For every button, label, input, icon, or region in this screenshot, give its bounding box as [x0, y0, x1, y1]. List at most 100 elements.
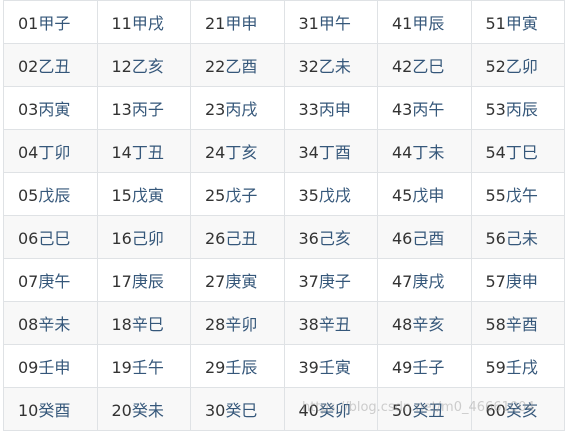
cycle-number: 10 [18, 401, 39, 420]
table-cell: 58辛酉 [470, 301, 565, 345]
ganzhi-name: 己巳 [38, 229, 71, 248]
cycle-number: 37 [298, 272, 319, 291]
ganzhi-name: 辛亥 [412, 315, 445, 334]
ganzhi-name: 乙酉 [225, 57, 258, 76]
ganzhi-name: 壬午 [131, 358, 164, 377]
table-cell: 23丙戌 [190, 86, 285, 130]
table-cell: 21甲申 [190, 0, 285, 44]
cycle-number: 16 [111, 229, 132, 248]
ganzhi-name: 己亥 [318, 229, 351, 248]
cycle-number: 24 [205, 143, 226, 162]
ganzhi-name: 辛酉 [505, 315, 538, 334]
table-row: 02乙丑 12乙亥 22乙酉 32乙未 42乙巳 52乙卯 [3, 43, 565, 87]
ganzhi-name: 壬辰 [225, 358, 258, 377]
ganzhi-name: 癸酉 [38, 401, 71, 420]
ganzhi-name: 乙未 [318, 57, 351, 76]
cycle-number: 56 [485, 229, 506, 248]
table-row: 08辛未 18辛巳 28辛卯 38辛丑 48辛亥 58辛酉 [3, 301, 565, 345]
cycle-number: 43 [392, 100, 413, 119]
table-cell: 13丙子 [96, 86, 191, 130]
table-cell: 56己未 [470, 215, 565, 259]
ganzhi-name: 丙寅 [38, 100, 71, 119]
ganzhi-name: 丁未 [412, 143, 445, 162]
cycle-number: 28 [205, 315, 226, 334]
table-cell: 28辛卯 [190, 301, 285, 345]
table-cell: 47庚戌 [377, 258, 472, 302]
ganzhi-name: 壬申 [38, 358, 71, 377]
ganzhi-name: 丙子 [131, 100, 164, 119]
table-cell: 51甲寅 [470, 0, 565, 44]
table-cell: 12乙亥 [96, 43, 191, 87]
table-cell: 38辛丑 [283, 301, 378, 345]
cycle-number: 48 [392, 315, 413, 334]
table-cell: 57庚申 [470, 258, 565, 302]
ganzhi-name: 丁卯 [38, 143, 71, 162]
ganzhi-name: 丙辰 [505, 100, 538, 119]
cycle-number: 14 [111, 143, 132, 162]
table-cell: 50癸丑 [377, 387, 472, 431]
ganzhi-name: 甲寅 [505, 14, 538, 33]
cycle-number: 55 [485, 186, 506, 205]
ganzhi-name: 癸亥 [505, 401, 538, 420]
cycle-number: 07 [18, 272, 39, 291]
ganzhi-name: 庚戌 [412, 272, 445, 291]
table-cell: 17庚辰 [96, 258, 191, 302]
cycle-number: 36 [298, 229, 319, 248]
table-cell: 07庚午 [3, 258, 98, 302]
table-cell: 59壬戌 [470, 344, 565, 388]
table-cell: 45戊申 [377, 172, 472, 216]
ganzhi-name: 丁丑 [131, 143, 164, 162]
cycle-number: 30 [205, 401, 226, 420]
table-cell: 60癸亥 [470, 387, 565, 431]
cycle-number: 02 [18, 57, 39, 76]
table-cell: 25戊子 [190, 172, 285, 216]
table-cell: 39壬寅 [283, 344, 378, 388]
cycle-number: 35 [298, 186, 319, 205]
table-cell: 41甲辰 [377, 0, 472, 44]
table-cell: 22乙酉 [190, 43, 285, 87]
ganzhi-name: 辛巳 [131, 315, 164, 334]
cycle-number: 50 [392, 401, 413, 420]
ganzhi-name: 乙卯 [505, 57, 538, 76]
ganzhi-name: 庚子 [318, 272, 351, 291]
cycle-number: 52 [485, 57, 506, 76]
cycle-number: 11 [111, 14, 132, 33]
table-cell: 24丁亥 [190, 129, 285, 173]
cycle-number: 27 [205, 272, 226, 291]
ganzhi-name: 戊戌 [318, 186, 351, 205]
cycle-number: 44 [392, 143, 413, 162]
cycle-number: 33 [298, 100, 319, 119]
table-cell: 40癸卯 [283, 387, 378, 431]
ganzhi-name: 庚寅 [225, 272, 258, 291]
ganzhi-name: 癸卯 [318, 401, 351, 420]
ganzhi-name: 丙申 [318, 100, 351, 119]
table-cell: 16己卯 [96, 215, 191, 259]
ganzhi-name: 庚申 [505, 272, 538, 291]
cycle-number: 40 [298, 401, 319, 420]
cycle-number: 42 [392, 57, 413, 76]
ganzhi-name: 庚午 [38, 272, 71, 291]
ganzhi-name: 辛丑 [318, 315, 351, 334]
table-cell: 49壬子 [377, 344, 472, 388]
table-cell: 05戊辰 [3, 172, 98, 216]
table-cell: 09壬申 [3, 344, 98, 388]
cycle-number: 29 [205, 358, 226, 377]
ganzhi-name: 庚辰 [131, 272, 164, 291]
table-cell: 34丁酉 [283, 129, 378, 173]
cycle-number: 49 [392, 358, 413, 377]
ganzhi-name: 丁酉 [318, 143, 351, 162]
table-row: 01甲子 11甲戌 21甲申 31甲午 41甲辰 51甲寅 [3, 0, 565, 44]
ganzhi-name: 甲申 [225, 14, 258, 33]
table-cell: 46己酉 [377, 215, 472, 259]
ganzhi-name: 甲辰 [412, 14, 445, 33]
cycle-number: 20 [111, 401, 132, 420]
table-cell: 42乙巳 [377, 43, 472, 87]
table-row: 06己巳 16己卯 26己丑 36己亥 46己酉 56己未 [3, 215, 565, 259]
ganzhi-name: 壬戌 [505, 358, 538, 377]
ganzhi-name: 辛卯 [225, 315, 258, 334]
table-cell: 03丙寅 [3, 86, 98, 130]
cycle-number: 25 [205, 186, 226, 205]
table-cell: 35戊戌 [283, 172, 378, 216]
ganzhi-name: 己丑 [225, 229, 258, 248]
cycle-number: 01 [18, 14, 39, 33]
